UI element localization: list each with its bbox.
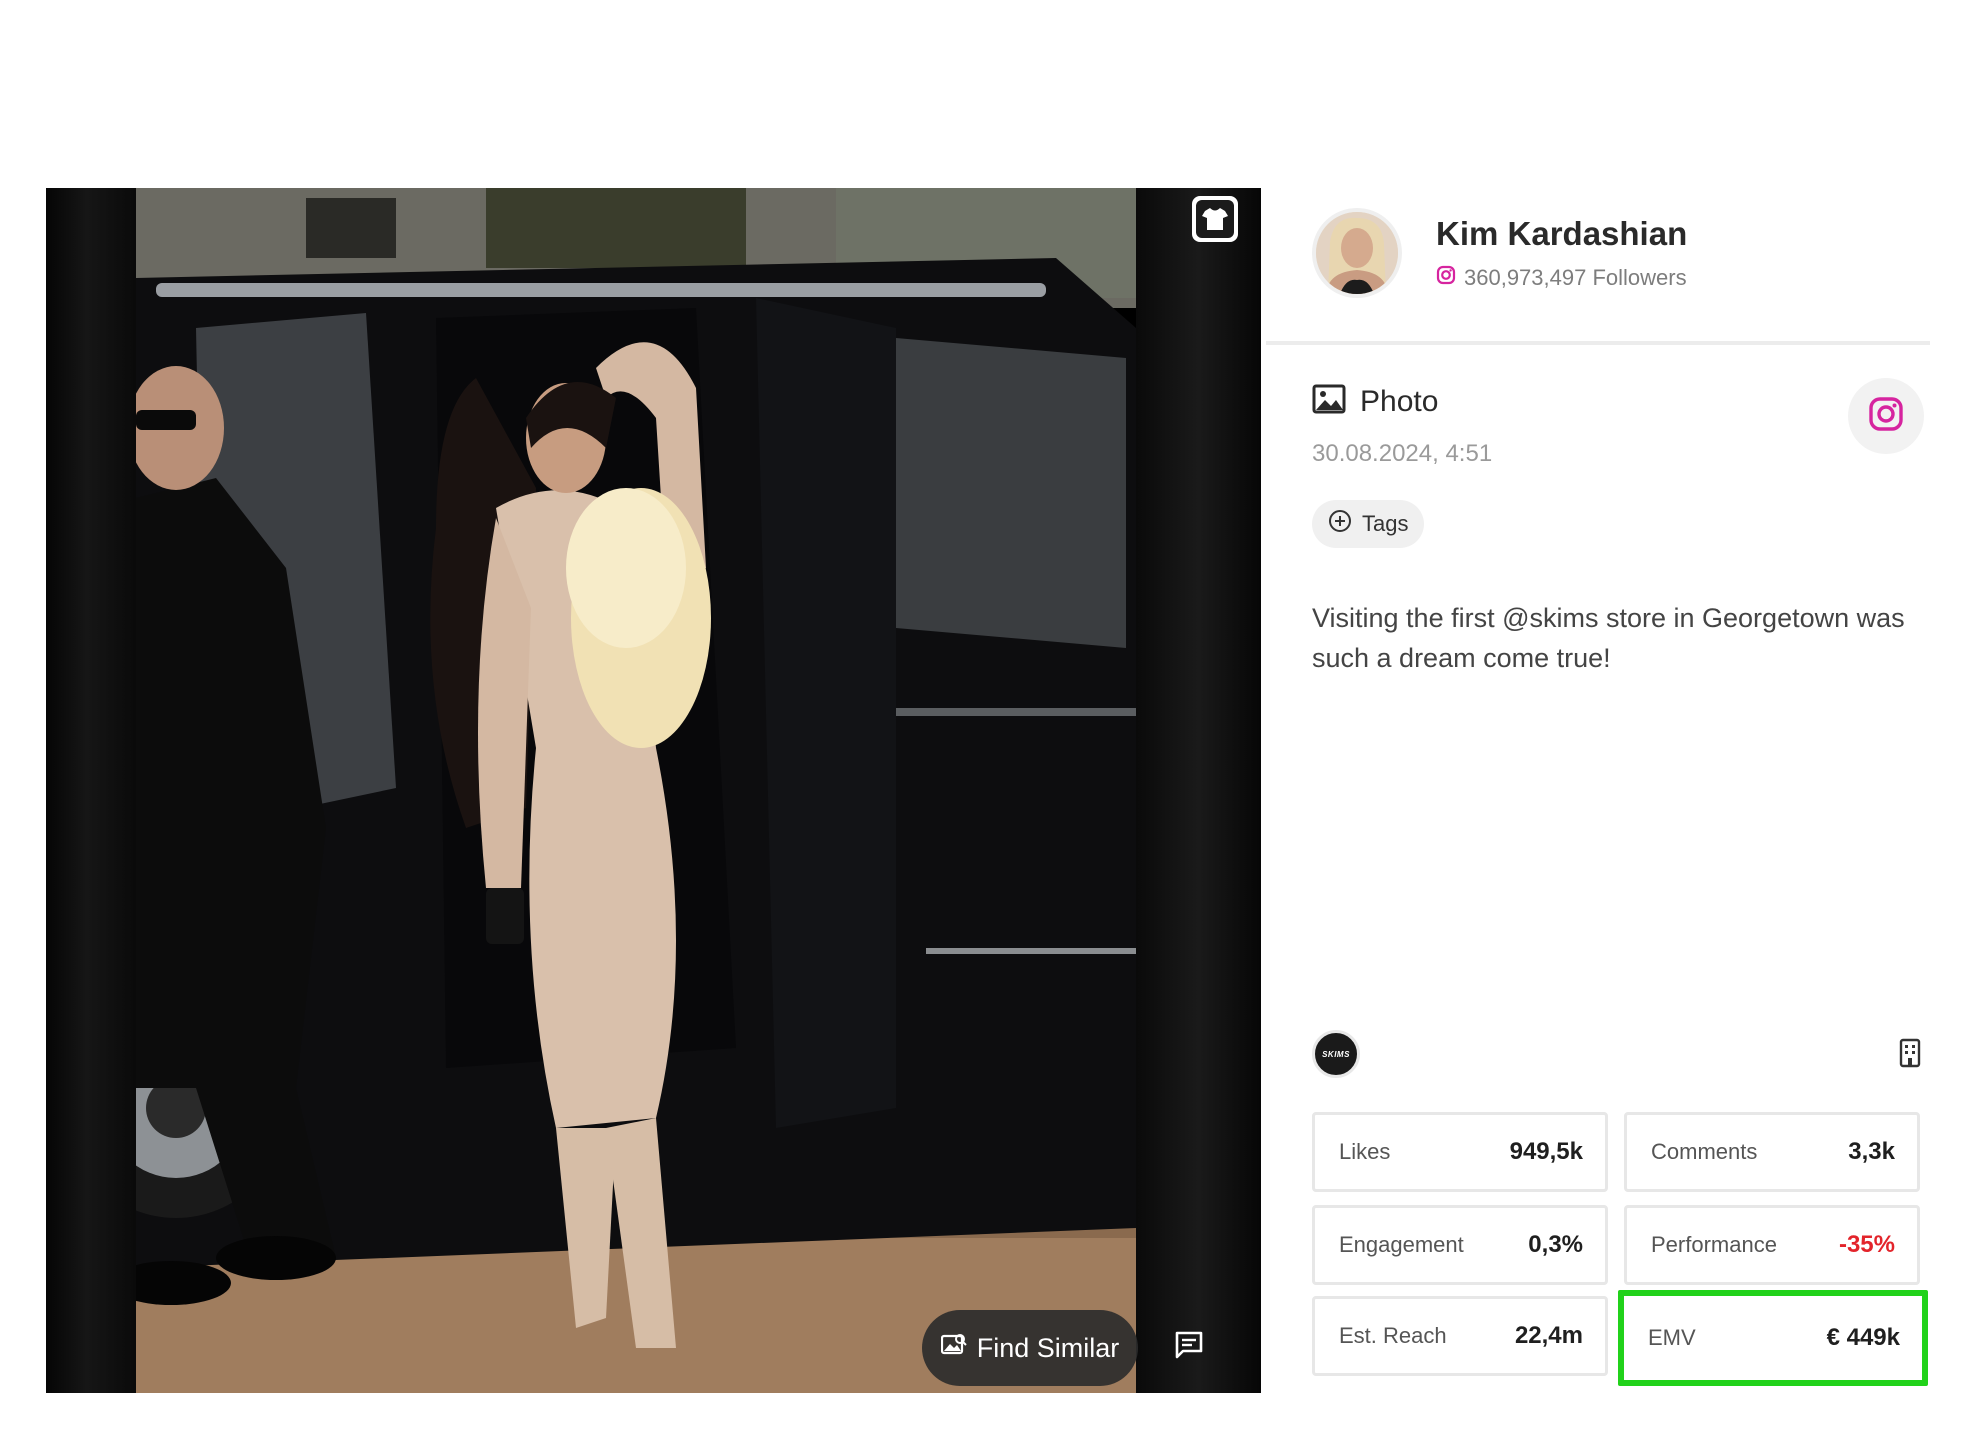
post-caption: Visiting the first @skims store in Georg… [1312, 603, 1905, 673]
avatar[interactable] [1312, 208, 1402, 298]
stat-value: -35% [1838, 1231, 1895, 1258]
post-type: Photo [1312, 384, 1438, 419]
find-similar-button[interactable]: Find Similar [922, 1310, 1138, 1386]
post-date: 30.08.2024, 4:51 [1312, 440, 1493, 467]
stat-value: 949,5k [1509, 1138, 1583, 1165]
media-blur-left [46, 188, 136, 1393]
stat-value: 3,3k [1848, 1138, 1895, 1165]
instagram-icon [1436, 265, 1456, 291]
stat-label: EMV [1648, 1325, 1696, 1350]
open-instagram-button[interactable] [1848, 378, 1924, 454]
stat-label: Engagement [1339, 1232, 1464, 1257]
outfit-button[interactable] [1192, 196, 1238, 242]
stat-emv[interactable]: EMV € 449k [1618, 1290, 1928, 1386]
stat-value: € 449k [1826, 1324, 1900, 1351]
followers-text: 360,973,497 Followers [1464, 265, 1687, 290]
post-photo[interactable] [136, 188, 1136, 1393]
divider [1266, 341, 1930, 345]
stat-value: 22,4m [1514, 1322, 1583, 1349]
profile-header[interactable]: Kim Kardashian 360,973,497 Followers [1312, 208, 1687, 298]
tshirt-icon [1196, 200, 1234, 238]
comment-icon[interactable] [1172, 1328, 1206, 1362]
stat-est-reach: Est. Reach 22,4m [1312, 1296, 1608, 1376]
post-media: Find Similar [46, 188, 1261, 1393]
add-tags-button[interactable]: Tags [1312, 500, 1425, 548]
stat-comments: Comments 3,3k [1624, 1112, 1920, 1192]
stat-value: 0,3% [1528, 1231, 1583, 1258]
stat-label: Est. Reach [1339, 1323, 1447, 1348]
stat-performance: Performance -35% [1624, 1205, 1920, 1285]
tags-label: Tags [1362, 511, 1409, 536]
post-details-panel: Kim Kardashian 360,973,497 Followers Pho… [1266, 188, 1930, 1398]
plus-circle-icon [1328, 509, 1352, 539]
stat-engagement: Engagement 0,3% [1312, 1205, 1608, 1285]
stat-label: Performance [1651, 1232, 1777, 1257]
profile-name[interactable]: Kim Kardashian [1436, 215, 1687, 253]
building-icon[interactable] [1898, 1038, 1926, 1070]
post-type-label: Photo [1360, 384, 1439, 418]
stat-label: Likes [1339, 1139, 1391, 1164]
image-search-icon [940, 1333, 967, 1364]
find-similar-label: Find Similar [976, 1332, 1120, 1363]
follower-count: 360,973,497 Followers [1436, 265, 1687, 291]
media-blur-right [1136, 188, 1261, 1393]
stat-label: Comments [1651, 1139, 1758, 1164]
instagram-icon [1868, 396, 1904, 437]
image-icon [1312, 384, 1346, 419]
stat-likes: Likes 949,5k [1312, 1112, 1608, 1192]
brand-logo[interactable]: SKIMS [1312, 1030, 1360, 1078]
